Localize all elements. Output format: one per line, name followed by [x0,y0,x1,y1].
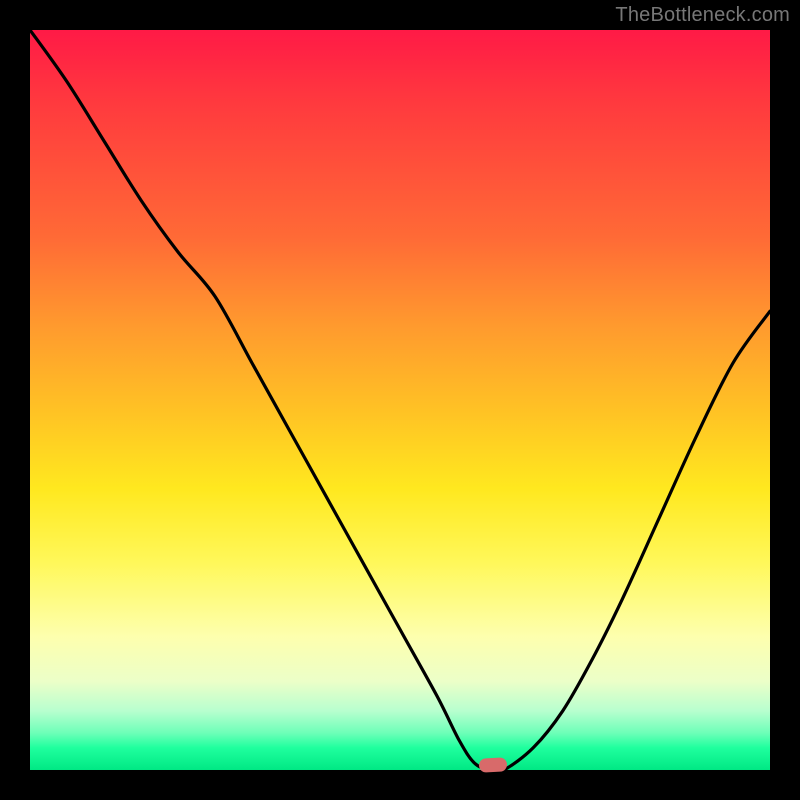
watermark-text: TheBottleneck.com [615,4,790,27]
plot-area [30,30,770,770]
bottleneck-curve [30,30,770,770]
optimal-marker [478,757,507,772]
chart-frame: TheBottleneck.com [0,0,800,800]
